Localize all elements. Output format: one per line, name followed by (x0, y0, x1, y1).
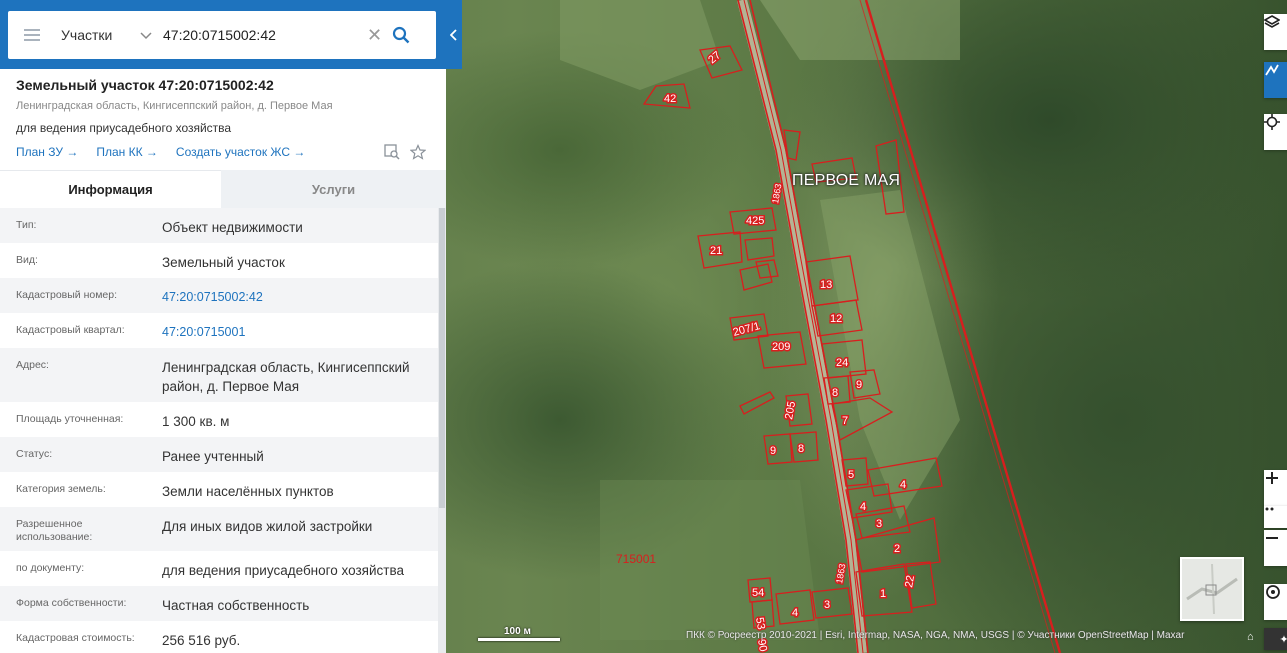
detail-row-permitted-use: Разрешенное использование: Для иных видо… (0, 507, 438, 551)
dots-icon (1265, 507, 1274, 511)
svg-text:3: 3 (824, 599, 830, 611)
zoom-to-object-icon[interactable] (384, 144, 400, 160)
svg-text:4: 4 (900, 479, 906, 491)
map-credits: ПКК © Росреестр 2010-2021 | Esri, Interm… (686, 630, 1185, 641)
svg-text:12: 12 (830, 313, 842, 325)
detail-row-cadastral-number: Кадастровый номер: 47:20:0715002:42 (0, 278, 438, 313)
detail-row-status: Статус: Ранее учтенный (0, 437, 438, 472)
chevron-down-icon[interactable] (139, 28, 153, 42)
collapse-panel-button[interactable] (446, 0, 462, 69)
svg-text:1: 1 (880, 588, 886, 600)
extra-map-button[interactable]: ✦ (1264, 628, 1287, 650)
zoom-out-button[interactable] (1264, 530, 1287, 566)
object-address: Ленинградская область, Кингисеппский рай… (16, 100, 333, 112)
scale-label: 100 м (504, 626, 531, 637)
locate-button[interactable] (1264, 114, 1287, 150)
detail-row-by-document: по документу: для ведения приусадебного … (0, 551, 438, 586)
search-bar: Участки ✕ (0, 0, 446, 69)
cadastral-number-link[interactable]: 47:20:0715002:42 (146, 278, 438, 313)
detail-row-area: Площадь уточненная: 1 300 кв. м (0, 402, 438, 437)
plus-icon (1266, 472, 1278, 484)
measure-button[interactable] (1264, 62, 1287, 98)
mini-map-image (1186, 563, 1238, 615)
village-label: ПЕРВОЕ МАЯ (792, 172, 901, 189)
location-pin-button[interactable] (1264, 584, 1287, 620)
svg-text:1863: 1863 (770, 183, 783, 204)
svg-text:205: 205 (783, 400, 798, 420)
home-icon[interactable]: ⌂ (1247, 631, 1254, 643)
search-box: Участки ✕ (8, 11, 436, 59)
zoom-in-button[interactable] (1264, 470, 1287, 506)
svg-text:42: 42 (664, 93, 676, 105)
detail-row-type: Тип: Объект недвижимости (0, 208, 438, 243)
svg-text:9: 9 (770, 445, 776, 457)
search-input[interactable] (163, 27, 353, 43)
detail-row-cadastral-value: Кадастровая стоимость: 256 516 руб. (0, 621, 438, 653)
svg-text:24: 24 (836, 357, 848, 369)
search-icon[interactable] (392, 26, 410, 44)
detail-row-ownership: Форма собственности: Частная собственнос… (0, 586, 438, 621)
object-title: Земельный участок 47:20:0715002:42 (16, 77, 274, 93)
svg-text:54: 54 (752, 587, 764, 599)
chevron-left-icon (450, 28, 457, 41)
mini-map[interactable] (1180, 557, 1244, 621)
crosshair-icon (1264, 114, 1280, 130)
details-table: Тип: Объект недвижимости Вид: Земельный … (0, 208, 446, 653)
svg-text:5: 5 (848, 469, 854, 481)
svg-text:209: 209 (772, 341, 790, 353)
menu-icon[interactable] (24, 26, 40, 44)
search-mode-select[interactable]: Участки (61, 27, 131, 43)
panel-tabs: Информация Услуги (0, 170, 446, 208)
minus-icon (1266, 537, 1278, 539)
route-icon (1265, 64, 1279, 76)
svg-text:9: 9 (856, 379, 862, 391)
svg-text:207/1: 207/1 (732, 320, 762, 339)
detail-row-address: Адрес: Ленинградская область, Кингисеппс… (0, 348, 438, 402)
clear-icon[interactable]: ✕ (367, 25, 382, 46)
object-purpose: для ведения приусадебного хозяйства (16, 121, 232, 135)
cadastral-quarter-link[interactable]: 47:20:0715001 (146, 313, 438, 348)
layers-button[interactable] (1264, 14, 1287, 50)
panel-scrollbar[interactable] (438, 208, 446, 653)
svg-text:4: 4 (792, 607, 798, 619)
svg-text:8: 8 (798, 443, 804, 455)
svg-text:53: 53 (753, 616, 767, 630)
create-parcel-link[interactable]: Создать участок ЖС → (176, 145, 305, 159)
plan-zu-link[interactable]: План ЗУ → (16, 145, 78, 159)
svg-text:13: 13 (820, 279, 832, 291)
svg-text:7: 7 (842, 415, 848, 427)
svg-text:3: 3 (876, 518, 882, 530)
pin-icon (1266, 585, 1280, 599)
star-icon[interactable] (410, 144, 426, 160)
zoom-more-button[interactable] (1264, 506, 1287, 528)
svg-text:2: 2 (894, 543, 900, 555)
object-links: План ЗУ → План КК → Создать участок ЖС → (16, 145, 305, 159)
tool-icon: ✦ (1279, 633, 1287, 646)
svg-text:8: 8 (832, 387, 838, 399)
scrollbar-thumb[interactable] (439, 208, 445, 508)
layers-icon (1264, 15, 1280, 28)
svg-text:22: 22 (903, 574, 917, 588)
svg-text:1863: 1863 (834, 563, 847, 584)
info-panel: Участки ✕ Земельный участок 47:20:071500… (0, 0, 446, 653)
object-tools (384, 144, 426, 160)
svg-text:21: 21 (710, 245, 722, 257)
tab-info[interactable]: Информация (0, 170, 221, 208)
tab-services[interactable]: Услуги (221, 170, 446, 208)
scale-bar: 100 м (478, 626, 560, 641)
plan-kk-link[interactable]: План КК → (96, 145, 158, 159)
detail-row-land-category: Категория земель: Земли населённых пункт… (0, 472, 438, 507)
svg-text:4: 4 (860, 501, 866, 513)
detail-row-kind: Вид: Земельный участок (0, 243, 438, 278)
detail-row-cadastral-quarter: Кадастровый квартал: 47:20:0715001 (0, 313, 438, 348)
cadastral-quarter-label: 715001 (616, 552, 657, 566)
svg-text:425: 425 (746, 215, 764, 227)
